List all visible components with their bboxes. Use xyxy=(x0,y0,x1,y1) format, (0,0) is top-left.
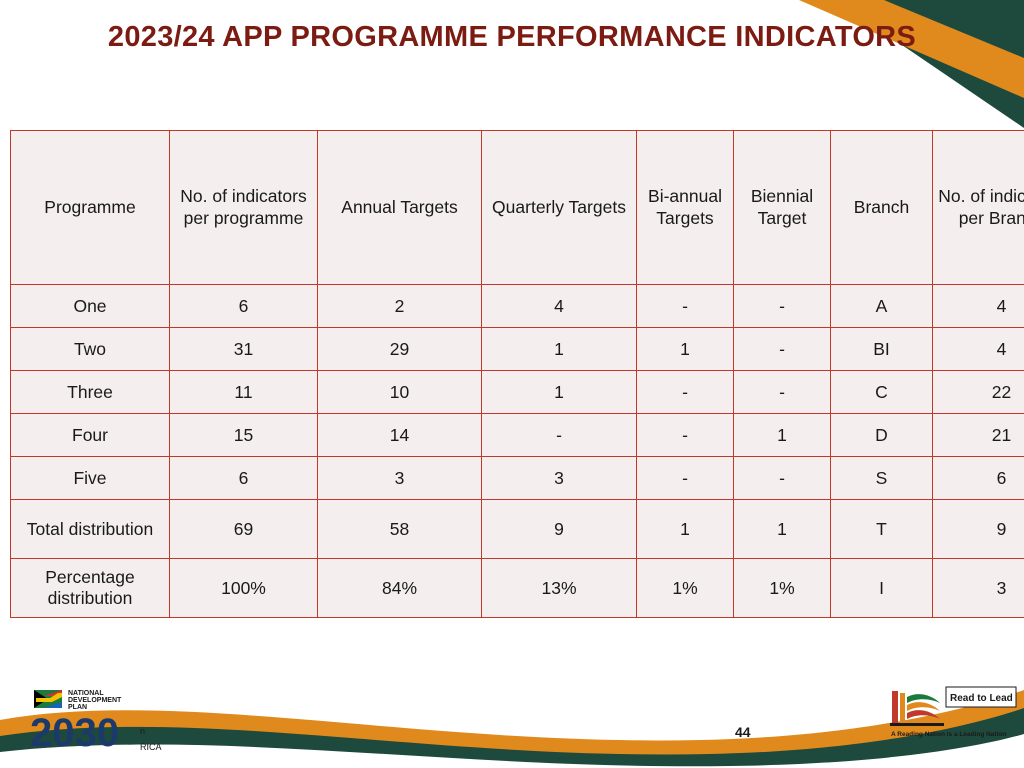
cell-indicators-per-branch: 3 xyxy=(932,558,1024,618)
cell-indicators-per-programme: 6 xyxy=(169,284,318,328)
cell-annual-targets: 3 xyxy=(317,456,482,500)
ndp-flag-icon xyxy=(34,690,62,708)
cell-quarterly-targets: - xyxy=(481,413,637,457)
cell-quarterly-targets: 1 xyxy=(481,327,637,371)
cell-indicators-per-programme: 11 xyxy=(169,370,318,414)
read-to-lead-logo: Read to Lead A Reading Nation is a Leadi… xyxy=(890,686,1017,738)
cell-biennial-target: 1 xyxy=(733,499,831,559)
cell-indicators-per-programme: 100% xyxy=(169,558,318,618)
page-title: 2023/24 APP PROGRAMME PERFORMANCE INDICA… xyxy=(107,21,917,53)
table-body: One 6 2 4 - - A 4 Two 31 29 1 1 - BI 4 T… xyxy=(10,284,1024,618)
th-quarterly-targets: Quarterly Targets xyxy=(481,130,637,285)
cell-annual-targets: 14 xyxy=(317,413,482,457)
cell-programme: Two xyxy=(10,327,170,371)
book-icon xyxy=(890,691,944,726)
th-biennial-target: Biennial Target xyxy=(733,130,831,285)
cell-branch: C xyxy=(830,370,933,414)
cell-biannual-targets: 1 xyxy=(636,327,734,371)
cell-indicators-per-branch: 6 xyxy=(932,456,1024,500)
cell-annual-targets: 58 xyxy=(317,499,482,559)
table-row: Three 11 10 1 - - C 22 xyxy=(10,370,1024,414)
th-branch: Branch xyxy=(830,130,933,285)
cell-quarterly-targets: 3 xyxy=(481,456,637,500)
svg-text:2030: 2030 xyxy=(30,711,119,755)
cell-branch: A xyxy=(830,284,933,328)
th-annual-targets: Annual Targets xyxy=(317,130,482,285)
table-row: Five 6 3 3 - - S 6 xyxy=(10,456,1024,500)
svg-text:PLAN: PLAN xyxy=(68,704,87,711)
cell-branch: BI xyxy=(830,327,933,371)
cell-programme: One xyxy=(10,284,170,328)
cell-annual-targets: 2 xyxy=(317,284,482,328)
cell-indicators-per-branch: 9 xyxy=(932,499,1024,559)
table-row-total: Total distribution 69 58 9 1 1 T 9 xyxy=(10,499,1024,559)
cell-programme: Percentage distribution xyxy=(10,558,170,618)
cell-indicators-per-branch: 4 xyxy=(932,327,1024,371)
svg-text:RICA: RICA xyxy=(140,742,162,752)
cell-biennial-target: - xyxy=(733,327,831,371)
indicators-table-container: Programme No. of indicators per programm… xyxy=(10,130,1024,618)
cell-biannual-targets: - xyxy=(636,413,734,457)
table-header: Programme No. of indicators per programm… xyxy=(10,130,1024,285)
cell-annual-targets: 29 xyxy=(317,327,482,371)
cell-biannual-targets: 1% xyxy=(636,558,734,618)
cell-biannual-targets: 1 xyxy=(636,499,734,559)
th-programme: Programme xyxy=(10,130,170,285)
cell-branch: T xyxy=(830,499,933,559)
cell-programme: Three xyxy=(10,370,170,414)
cell-programme: Total distribution xyxy=(10,499,170,559)
cell-biennial-target: - xyxy=(733,456,831,500)
cell-indicators-per-programme: 6 xyxy=(169,456,318,500)
cell-indicators-per-programme: 15 xyxy=(169,413,318,457)
cell-biennial-target: 1 xyxy=(733,413,831,457)
svg-text:DEVELOPMENT: DEVELOPMENT xyxy=(68,697,122,704)
cell-branch: I xyxy=(830,558,933,618)
svg-text:Read to Lead: Read to Lead xyxy=(950,693,1013,704)
cell-quarterly-targets: 9 xyxy=(481,499,637,559)
cell-biannual-targets: - xyxy=(636,284,734,328)
cell-programme: Four xyxy=(10,413,170,457)
cell-biennial-target: - xyxy=(733,284,831,328)
cell-indicators-per-branch: 22 xyxy=(932,370,1024,414)
cell-quarterly-targets: 1 xyxy=(481,370,637,414)
svg-text:A Reading Nation is a Leading: A Reading Nation is a Leading Nation xyxy=(891,731,1006,738)
cell-indicators-per-programme: 31 xyxy=(169,327,318,371)
cell-indicators-per-branch: 4 xyxy=(932,284,1024,328)
cell-branch: S xyxy=(830,456,933,500)
th-indicators-per-branch: No. of indicators per Branch xyxy=(932,130,1024,285)
ndp-2030-logo: NATIONAL DEVELOPMENT PLAN 2030 n RICA xyxy=(30,690,162,755)
table-row-percentage: Percentage distribution 100% 84% 13% 1% … xyxy=(10,558,1024,618)
table-row: One 6 2 4 - - A 4 xyxy=(10,284,1024,328)
cell-biennial-target: - xyxy=(733,370,831,414)
cell-biannual-targets: - xyxy=(636,456,734,500)
cell-quarterly-targets: 4 xyxy=(481,284,637,328)
cell-biennial-target: 1% xyxy=(733,558,831,618)
svg-text:NATIONAL: NATIONAL xyxy=(68,690,104,697)
page-number: 44 xyxy=(735,724,751,740)
cell-biannual-targets: - xyxy=(636,370,734,414)
cell-programme: Five xyxy=(10,456,170,500)
cell-annual-targets: 84% xyxy=(317,558,482,618)
table-row: Two 31 29 1 1 - BI 4 xyxy=(10,327,1024,371)
cell-branch: D xyxy=(830,413,933,457)
cell-annual-targets: 10 xyxy=(317,370,482,414)
th-indicators-per-programme: No. of indicators per programme xyxy=(169,130,318,285)
table-header-row: Programme No. of indicators per programm… xyxy=(10,130,1024,285)
cell-indicators-per-programme: 69 xyxy=(169,499,318,559)
cell-quarterly-targets: 13% xyxy=(481,558,637,618)
th-biannual-targets: Bi-annual Targets xyxy=(636,130,734,285)
svg-text:n: n xyxy=(140,726,145,736)
cell-indicators-per-branch: 21 xyxy=(932,413,1024,457)
table-row: Four 15 14 - - 1 D 21 xyxy=(10,413,1024,457)
indicators-table: Programme No. of indicators per programm… xyxy=(10,130,1024,618)
